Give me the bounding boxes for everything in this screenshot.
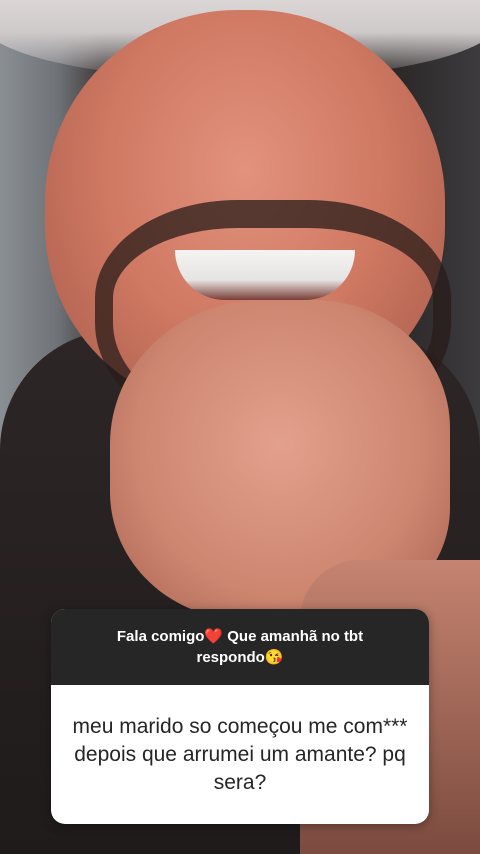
question-answer-text: meu marido so começou me com*** depois q… bbox=[72, 714, 408, 794]
question-sticker-body: meu marido so começou me com*** depois q… bbox=[51, 685, 429, 824]
smile-shape bbox=[175, 250, 355, 300]
question-sticker[interactable]: Fala comigo❤️ Que amanhã no tbt respondo… bbox=[51, 609, 429, 824]
question-prompt: Fala comigo❤️ Que amanhã no tbt respondo… bbox=[116, 628, 364, 666]
question-sticker-header: Fala comigo❤️ Que amanhã no tbt respondo… bbox=[51, 609, 429, 685]
story-screen: Fala comigo❤️ Que amanhã no tbt respondo… bbox=[0, 0, 480, 854]
